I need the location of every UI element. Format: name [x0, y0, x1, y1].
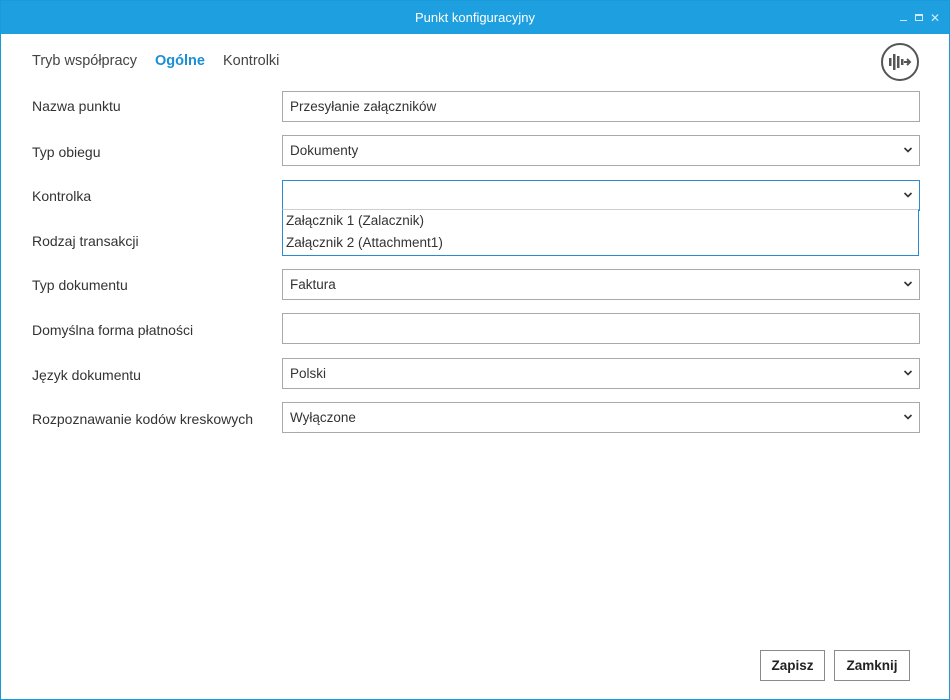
dropdown-option[interactable]: Załącznik 2 (Attachment1)	[283, 232, 918, 254]
chevron-down-icon	[903, 370, 913, 376]
kody-kreskowe-value: Wyłączone	[290, 410, 356, 425]
dialog-window: Punkt konfiguracyjny ✕ Tryb współpracy O…	[0, 0, 950, 700]
chevron-down-icon	[903, 414, 913, 420]
minimize-icon	[899, 20, 907, 21]
label-typ-dokumentu: Typ dokumentu	[32, 277, 128, 293]
title-bar[interactable]: Punkt konfiguracyjny ✕	[1, 1, 949, 34]
maximize-icon	[915, 14, 923, 21]
minimize-button[interactable]	[895, 10, 911, 26]
typ-obiegu-select[interactable]: Dokumenty	[282, 135, 920, 166]
tab-ogolne[interactable]: Ogólne	[155, 53, 205, 69]
window-controls: ✕	[895, 1, 943, 34]
kontrolka-select[interactable]	[282, 180, 920, 211]
jezyk-dokumentu-value: Polski	[290, 366, 327, 381]
save-button[interactable]: Zapisz	[760, 650, 825, 681]
tab-bar: Tryb współpracy Ogólne Kontrolki	[32, 53, 279, 69]
close-icon: ✕	[929, 10, 941, 25]
window-title: Punkt konfiguracyjny	[415, 10, 535, 25]
chevron-down-icon	[903, 147, 913, 153]
typ-dokumentu-select[interactable]: Faktura	[282, 269, 920, 300]
nazwa-punktu-input[interactable]: Przesyłanie załączników	[282, 91, 920, 122]
process-action-button[interactable]	[881, 43, 919, 81]
process-arrow-icon	[889, 54, 912, 70]
typ-obiegu-value: Dokumenty	[290, 143, 359, 158]
label-jezyk-dokumentu: Język dokumentu	[32, 367, 141, 383]
kody-kreskowe-select[interactable]: Wyłączone	[282, 402, 920, 433]
close-window-button[interactable]: ✕	[927, 10, 943, 26]
close-button[interactable]: Zamknij	[834, 650, 910, 681]
chevron-down-icon	[903, 281, 913, 287]
tab-tryb-wspolpracy[interactable]: Tryb współpracy	[32, 53, 137, 69]
jezyk-dokumentu-select[interactable]: Polski	[282, 358, 920, 389]
label-rodzaj-transakcji: Rodzaj transakcji	[32, 233, 139, 249]
dropdown-option[interactable]: Załącznik 1 (Zalacznik)	[283, 210, 918, 232]
typ-dokumentu-value: Faktura	[290, 277, 336, 292]
kontrolka-dropdown-list: Załącznik 1 (Zalacznik) Załącznik 2 (Att…	[282, 209, 919, 256]
label-nazwa-punktu: Nazwa punktu	[32, 98, 121, 114]
label-kody-kreskowe: Rozpoznawanie kodów kreskowych	[32, 411, 253, 427]
chevron-down-icon	[903, 192, 913, 198]
tab-kontrolki[interactable]: Kontrolki	[223, 53, 279, 69]
label-typ-obiegu: Typ obiegu	[32, 144, 101, 160]
label-kontrolka: Kontrolka	[32, 188, 92, 204]
forma-platnosci-input[interactable]	[282, 313, 920, 344]
nazwa-punktu-value: Przesyłanie załączników	[290, 99, 437, 114]
label-forma-platnosci: Domyślna forma płatności	[32, 322, 194, 338]
maximize-button[interactable]	[911, 10, 927, 26]
